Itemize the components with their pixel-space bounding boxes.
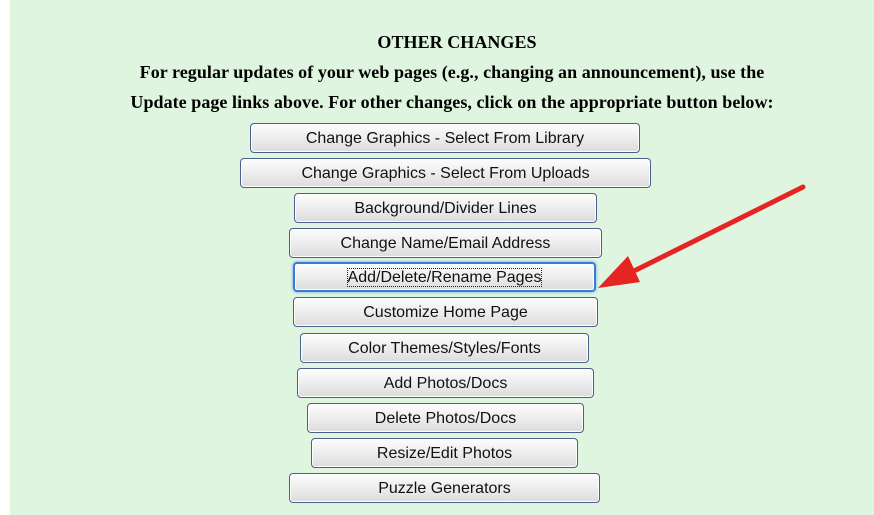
arrow-head <box>598 256 640 288</box>
annotation-arrow-icon <box>598 184 806 288</box>
arrow-shaft <box>627 184 806 276</box>
